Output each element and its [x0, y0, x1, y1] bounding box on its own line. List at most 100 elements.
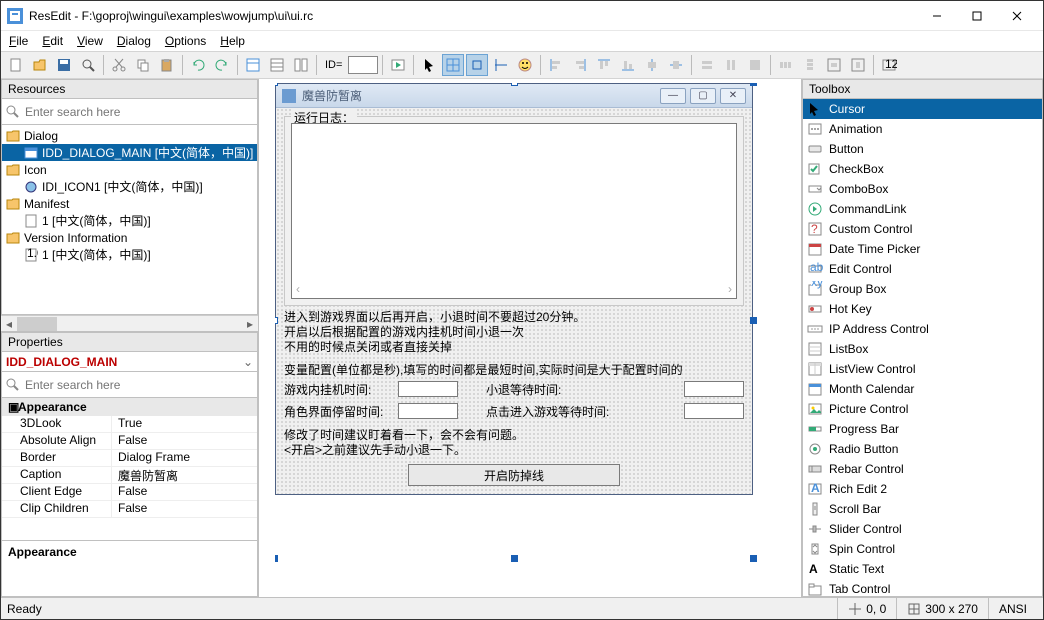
tree-dialog[interactable]: Dialog: [2, 127, 257, 144]
preview-icon[interactable]: [77, 54, 99, 76]
align-left-icon[interactable]: [545, 54, 567, 76]
properties-search-input[interactable]: [25, 378, 254, 392]
toolbox-item[interactable]: Rebar Control: [803, 459, 1042, 479]
dialog-min-icon[interactable]: —: [660, 88, 686, 104]
guides-icon[interactable]: [490, 54, 512, 76]
align-top-icon[interactable]: [593, 54, 615, 76]
tree-manifest[interactable]: Manifest: [2, 195, 257, 212]
toolbox-item[interactable]: Progress Bar: [803, 419, 1042, 439]
toolbox-item[interactable]: AStatic Text: [803, 559, 1042, 579]
toolbox-item[interactable]: Spin Control: [803, 539, 1042, 559]
resources-panel-icon[interactable]: [242, 54, 264, 76]
same-height-icon[interactable]: [720, 54, 742, 76]
log-textbox[interactable]: ‹›: [291, 123, 737, 299]
menu-options[interactable]: Options: [165, 34, 206, 48]
same-size-icon[interactable]: [744, 54, 766, 76]
property-row[interactable]: BorderDialog Frame: [2, 450, 257, 467]
property-row[interactable]: Absolute AlignFalse: [2, 433, 257, 450]
toolbox-list[interactable]: CursorAnimationButtonCheckBoxComboBoxCom…: [802, 99, 1043, 597]
menu-help[interactable]: Help: [220, 34, 245, 48]
copy-icon[interactable]: [132, 54, 154, 76]
center-dialog-h-icon[interactable]: [823, 54, 845, 76]
toolbox-item[interactable]: xyzGroup Box: [803, 279, 1042, 299]
toolbox-item[interactable]: Hot Key: [803, 299, 1042, 319]
toolbox-item[interactable]: ARich Edit 2: [803, 479, 1042, 499]
tab-order-icon[interactable]: 12: [878, 54, 900, 76]
toolbox-item[interactable]: ListBox: [803, 339, 1042, 359]
align-right-icon[interactable]: [569, 54, 591, 76]
toolbox-item[interactable]: ComboBox: [803, 179, 1042, 199]
toolbox-item[interactable]: Radio Button: [803, 439, 1042, 459]
toolbox-item[interactable]: CommandLink: [803, 199, 1042, 219]
toolbox-item[interactable]: IP Address Control: [803, 319, 1042, 339]
align-bottom-icon[interactable]: [617, 54, 639, 76]
property-row[interactable]: 3DLookTrue: [2, 416, 257, 433]
dialog-preview[interactable]: 魔兽防暂离 — ▢ ✕ 运行日志： ‹› 进入到游戏界面以后再开启，小退时间不要…: [275, 83, 753, 495]
field1-input[interactable]: [398, 381, 458, 397]
menu-file[interactable]: File: [9, 34, 28, 48]
toolbox-item[interactable]: Cursor: [803, 99, 1042, 119]
toolbox-item[interactable]: ListView Control: [803, 359, 1042, 379]
toolbox-item[interactable]: Button: [803, 139, 1042, 159]
grid-icon[interactable]: [442, 54, 464, 76]
menu-edit[interactable]: Edit: [42, 34, 63, 48]
redo-icon[interactable]: [211, 54, 233, 76]
resource-tree[interactable]: Dialog IDD_DIALOG_MAIN [中文(简体，中国)] Icon …: [1, 125, 258, 315]
tree-manifest-item[interactable]: 1 [中文(简体，中国)]: [2, 212, 257, 229]
property-grid[interactable]: ▣Appearance 3DLookTrueAbsolute AlignFals…: [1, 398, 258, 541]
maximize-button[interactable]: [957, 2, 997, 30]
menu-view[interactable]: View: [77, 34, 103, 48]
toolbox-item[interactable]: Picture Control: [803, 399, 1042, 419]
snap-icon[interactable]: [466, 54, 488, 76]
resources-search-input[interactable]: [25, 105, 254, 119]
toolbox-item[interactable]: ?Custom Control: [803, 219, 1042, 239]
toolbox-item[interactable]: Month Calendar: [803, 379, 1042, 399]
property-row[interactable]: Client EdgeFalse: [2, 484, 257, 501]
tree-dialog-item[interactable]: IDD_DIALOG_MAIN [中文(简体，中国)]: [2, 144, 257, 161]
paste-icon[interactable]: [156, 54, 178, 76]
space-h-icon[interactable]: [775, 54, 797, 76]
toolbox-item[interactable]: Slider Control: [803, 519, 1042, 539]
center-dialog-v-icon[interactable]: [847, 54, 869, 76]
property-row[interactable]: Caption魔兽防暂离: [2, 467, 257, 484]
tree-hscroll[interactable]: ◂▸: [1, 315, 258, 331]
save-icon[interactable]: [53, 54, 75, 76]
dialog-max-icon[interactable]: ▢: [690, 88, 716, 104]
menu-dialog[interactable]: Dialog: [117, 34, 151, 48]
same-width-icon[interactable]: [696, 54, 718, 76]
start-button[interactable]: 开启防掉线: [408, 464, 620, 486]
space-v-icon[interactable]: [799, 54, 821, 76]
tree-icon[interactable]: Icon: [2, 161, 257, 178]
toolbox-item[interactable]: Scroll Bar: [803, 499, 1042, 519]
toolbox-item[interactable]: ab|Edit Control: [803, 259, 1042, 279]
tree-version[interactable]: Version Information: [2, 229, 257, 246]
property-row[interactable]: Clip ChildrenFalse: [2, 501, 257, 518]
field2-input[interactable]: [684, 381, 744, 397]
design-surface[interactable]: 魔兽防暂离 — ▢ ✕ 运行日志： ‹› 进入到游戏界面以后再开启，小退时间不要…: [259, 79, 801, 597]
face-icon[interactable]: [514, 54, 536, 76]
toolbox-item[interactable]: CheckBox: [803, 159, 1042, 179]
undo-icon[interactable]: [187, 54, 209, 76]
properties-combo[interactable]: IDD_DIALOG_MAIN⌄: [1, 352, 258, 372]
toolbox-item[interactable]: Tab Control: [803, 579, 1042, 597]
toolbox-panel-icon[interactable]: [290, 54, 312, 76]
id-input[interactable]: [348, 56, 378, 74]
center-v-icon[interactable]: [665, 54, 687, 76]
dialog-close-icon[interactable]: ✕: [720, 88, 746, 104]
field3-input[interactable]: [398, 403, 458, 419]
run-icon[interactable]: [387, 54, 409, 76]
cut-icon[interactable]: [108, 54, 130, 76]
tree-icon-item[interactable]: IDI_ICON1 [中文(简体，中国)]: [2, 178, 257, 195]
toolbox-item[interactable]: Date Time Picker: [803, 239, 1042, 259]
resources-search[interactable]: [1, 99, 258, 125]
pointer-icon[interactable]: [418, 54, 440, 76]
property-category[interactable]: ▣Appearance: [2, 398, 257, 416]
toolbox-item[interactable]: Animation: [803, 119, 1042, 139]
minimize-button[interactable]: [917, 2, 957, 30]
properties-panel-icon[interactable]: [266, 54, 288, 76]
new-icon[interactable]: [5, 54, 27, 76]
properties-search[interactable]: [1, 372, 258, 398]
tree-version-item[interactable]: 1.01 [中文(简体，中国)]: [2, 246, 257, 263]
field4-input[interactable]: [684, 403, 744, 419]
open-icon[interactable]: [29, 54, 51, 76]
